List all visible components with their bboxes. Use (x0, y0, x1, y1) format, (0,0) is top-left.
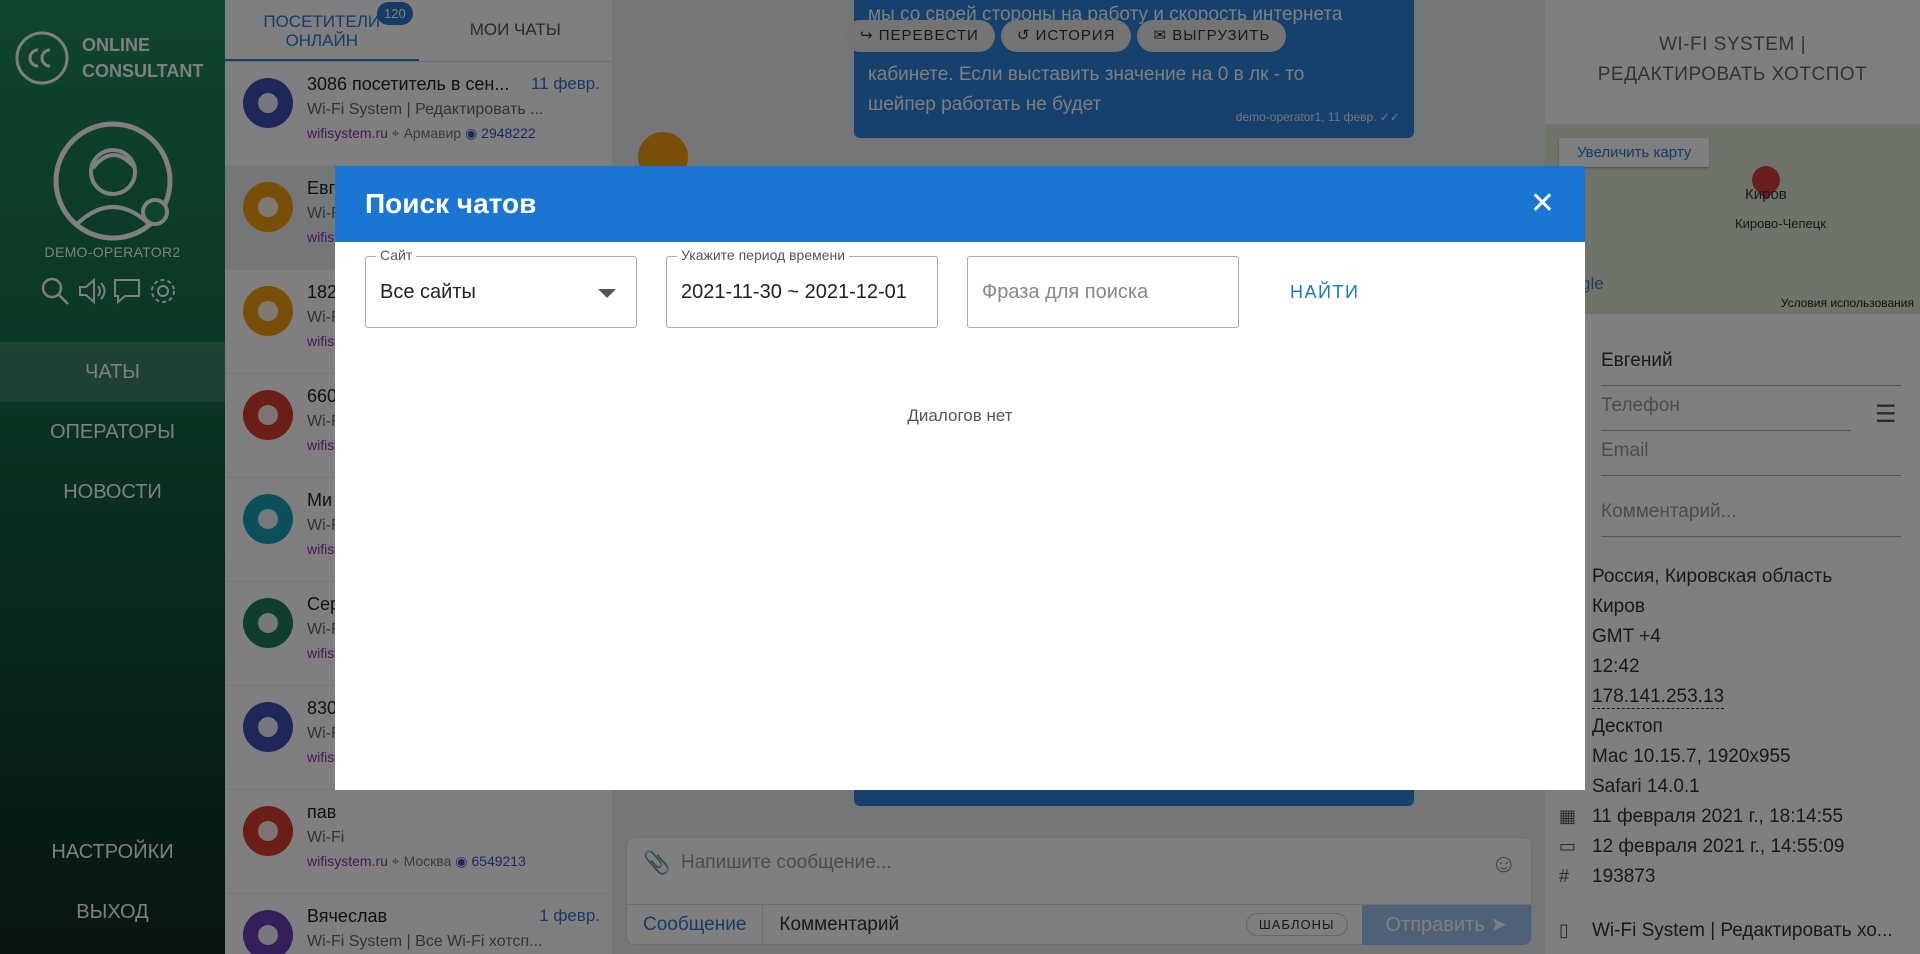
period-input-value: 2021-11-30 ~ 2021-12-01 (681, 281, 907, 303)
modal-title: Поиск чатов (365, 188, 537, 219)
chat-search-modal: Поиск чатов ✕ Сайт Все сайты Укажите пер… (335, 166, 1585, 790)
site-select-value: Все сайты (380, 281, 476, 303)
find-button[interactable]: НАЙТИ (1290, 282, 1359, 303)
empty-state: Диалогов нет (907, 406, 1013, 425)
phrase-input[interactable]: Фраза для поиска (967, 256, 1239, 328)
period-input-label: Укажите период времени (677, 247, 850, 263)
chevron-down-icon (598, 289, 616, 298)
site-select-label: Сайт (376, 247, 417, 263)
site-select[interactable]: Сайт Все сайты (365, 247, 637, 328)
close-icon[interactable]: ✕ (1530, 189, 1555, 219)
modal-header: Поиск чатов ✕ (335, 166, 1585, 242)
phrase-input-placeholder: Фраза для поиска (982, 281, 1149, 303)
period-input[interactable]: Укажите период времени 2021-11-30 ~ 2021… (666, 247, 938, 328)
